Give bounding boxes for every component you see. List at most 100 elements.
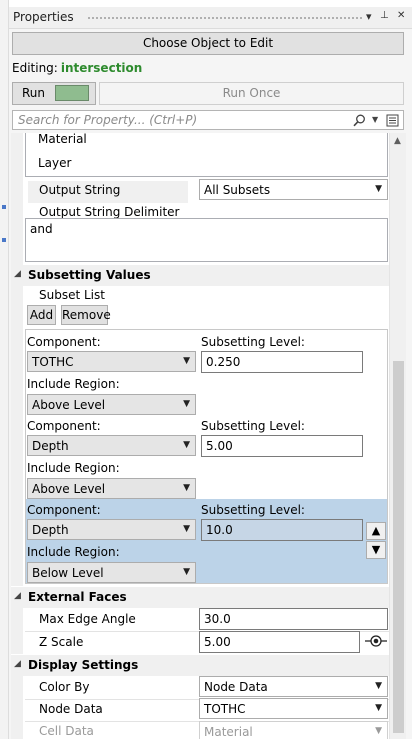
chevron-down-icon: ▼ <box>183 483 190 493</box>
editing-row: Editing: intersection <box>12 61 142 75</box>
move-up-button[interactable]: ▲ <box>366 522 386 540</box>
run-label: Run <box>22 86 46 100</box>
subsetting-level-label: Subsetting Level: <box>201 419 305 433</box>
grid-gutter <box>11 608 23 654</box>
close-icon[interactable]: ✕ <box>397 10 405 21</box>
output-string-value: All Subsets <box>204 183 271 197</box>
collapse-triangle-icon[interactable]: ◢ <box>14 269 21 279</box>
subsetting-level-label: Subsetting Level: <box>201 335 305 349</box>
z-scale-label: Z Scale <box>39 635 84 649</box>
color-by-select[interactable]: Node Data ▼ <box>199 676 388 697</box>
move-down-button[interactable]: ▼ <box>366 541 386 559</box>
search-options-chevron-icon[interactable]: ▼ <box>372 115 378 124</box>
cell-data-label: Cell Data <box>39 724 94 738</box>
component-label: Component: <box>27 503 101 517</box>
choose-object-button[interactable]: Choose Object to Edit <box>12 32 404 55</box>
component-select[interactable]: Depth ▼ <box>27 435 196 456</box>
list-item-material[interactable]: Material <box>38 133 87 146</box>
subset-list-label: Subset List <box>39 288 105 302</box>
subsetting-level-input[interactable]: 5.00 <box>201 435 363 457</box>
grid-gutter <box>11 676 23 739</box>
include-region-label: Include Region: <box>27 377 120 391</box>
chevron-down-icon: ▼ <box>183 356 190 366</box>
z-scale-value: 5.00 <box>204 635 231 649</box>
output-delimiter-label: Output String Delimiter <box>39 205 180 219</box>
chevron-down-icon: ▼ <box>375 703 382 713</box>
collapse-triangle-icon[interactable]: ◢ <box>14 659 21 669</box>
color-by-value: Node Data <box>204 680 268 694</box>
component-label: Component: <box>27 335 101 349</box>
include-region-label: Include Region: <box>27 461 120 475</box>
scroll-up-icon[interactable]: ▲ <box>394 136 401 146</box>
z-scale-input[interactable]: 5.00 <box>199 631 360 653</box>
subsetting-level-value: 0.250 <box>206 355 241 369</box>
search-icon[interactable] <box>353 114 366 127</box>
list-item-layer[interactable]: Layer <box>38 156 71 170</box>
include-region-select[interactable]: Above Level ▼ <box>27 394 196 415</box>
output-delimiter-input[interactable]: and <box>25 218 388 262</box>
component-select[interactable]: TOTHC ▼ <box>27 351 196 372</box>
category-label: Subsetting Values <box>28 268 151 282</box>
property-grid: Material Layer Output String All Subsets… <box>11 133 389 739</box>
layer-list-box[interactable]: Material Layer <box>25 133 388 177</box>
subsetting-level-label: Subsetting Level: <box>201 503 305 517</box>
subsetting-level-input[interactable]: 10.0 <box>201 519 363 541</box>
output-delimiter-value: and <box>30 222 53 236</box>
chevron-down-icon: ▼ <box>183 399 190 409</box>
chevron-down-icon: ▼ <box>183 524 190 534</box>
color-by-label: Color By <box>39 680 90 694</box>
max-edge-angle-label: Max Edge Angle <box>39 612 136 626</box>
property-search-input[interactable]: Search for Property... (Ctrl+P) ▼ <box>12 110 404 130</box>
window-menu-icon[interactable]: ▾ <box>366 10 372 23</box>
include-region-select[interactable]: Below Level ▼ <box>27 562 196 583</box>
include-region-select[interactable]: Above Level ▼ <box>27 478 196 499</box>
panel-title: Properties <box>13 10 74 24</box>
category-label: Display Settings <box>28 658 139 672</box>
editing-label: Editing: <box>12 61 58 75</box>
node-data-select[interactable]: TOTHC ▼ <box>199 698 388 719</box>
scrollbar-thumb[interactable] <box>393 361 404 733</box>
max-edge-angle-input[interactable]: 30.0 <box>199 608 388 630</box>
max-edge-angle-value: 30.0 <box>204 612 231 626</box>
chevron-down-icon: ▼ <box>375 726 382 736</box>
run-status-swatch <box>55 85 89 101</box>
component-label: Component: <box>27 419 101 433</box>
property-grid-scrollbar[interactable]: ▲ <box>389 133 406 739</box>
category-subsetting-values[interactable]: ◢ Subsetting Values <box>11 265 389 286</box>
category-external-faces[interactable]: ◢ External Faces <box>11 587 389 608</box>
component-select[interactable]: Depth ▼ <box>27 519 196 540</box>
component-value: Depth <box>32 439 69 453</box>
component-value: TOTHC <box>32 355 74 369</box>
search-placeholder: Search for Property... (Ctrl+P) <box>18 113 198 127</box>
chevron-down-icon: ▼ <box>375 681 382 691</box>
subsetting-level-input[interactable]: 0.250 <box>201 351 363 373</box>
property-pages-icon[interactable] <box>386 114 399 127</box>
left-edge-strip <box>0 0 9 739</box>
node-data-value: TOTHC <box>204 702 246 716</box>
include-region-value: Above Level <box>32 482 106 496</box>
slider-knob-icon[interactable] <box>365 634 387 648</box>
output-string-label: Output String <box>39 183 121 197</box>
chevron-down-icon: ▼ <box>375 184 382 194</box>
properties-titlebar: Properties ▾ ⊥ ✕ <box>9 7 412 29</box>
edge-marker <box>2 205 6 209</box>
include-region-label: Include Region: <box>27 545 120 559</box>
category-label: External Faces <box>28 590 127 604</box>
collapse-triangle-icon[interactable]: ◢ <box>14 591 21 601</box>
cell-data-value: Material <box>204 725 253 739</box>
pin-icon[interactable]: ⊥ <box>380 10 389 21</box>
remove-subset-button[interactable]: Remove <box>61 305 111 325</box>
include-region-value: Above Level <box>32 398 106 412</box>
edge-marker <box>2 238 6 242</box>
category-display-settings[interactable]: ◢ Display Settings <box>11 655 389 676</box>
output-string-select[interactable]: All Subsets ▼ <box>199 179 388 200</box>
component-value: Depth <box>32 523 69 537</box>
grid-gutter <box>11 286 23 586</box>
cell-data-select[interactable]: Material ▼ <box>199 721 388 739</box>
add-subset-button[interactable]: Add <box>27 305 56 325</box>
editing-object-name: intersection <box>60 61 143 75</box>
grid-gutter <box>11 133 23 265</box>
subsetting-level-value: 5.00 <box>206 439 233 453</box>
drag-grip[interactable] <box>87 16 363 21</box>
run-once-button[interactable]: Run Once <box>99 82 404 105</box>
